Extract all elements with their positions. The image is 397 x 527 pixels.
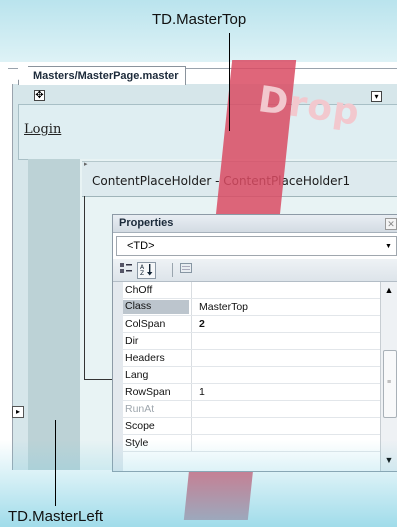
property-row[interactable]: Dir <box>123 333 380 350</box>
property-row[interactable]: Scope <box>123 418 380 435</box>
callout-master-top: TD.MasterTop <box>152 11 247 28</box>
toolbar-separator <box>172 263 173 277</box>
object-selector[interactable]: <TD> ▼ <box>116 236 397 256</box>
column-divider <box>191 333 192 349</box>
property-name: RunAt <box>125 403 155 415</box>
dropdown-arrow-icon[interactable]: ▼ <box>385 243 392 250</box>
td-masterleft-cell[interactable] <box>28 159 80 470</box>
column-divider <box>191 401 192 417</box>
categorized-icon[interactable] <box>117 262 134 277</box>
callout-master-left: TD.MasterLeft <box>8 508 104 525</box>
property-name: Scope <box>125 420 155 432</box>
object-selector-value: <TD> <box>127 240 155 252</box>
property-row[interactable]: Lang <box>123 367 380 384</box>
close-icon[interactable]: ✕ <box>385 218 397 230</box>
property-row[interactable]: RunAt <box>123 401 380 418</box>
property-name: Lang <box>125 369 149 381</box>
property-row[interactable]: RowSpan 1 <box>123 384 380 401</box>
property-name: Class <box>123 300 189 314</box>
property-value[interactable]: 2 <box>199 318 205 330</box>
property-value[interactable]: MasterTop <box>199 301 248 313</box>
svg-text:Z: Z <box>140 270 144 276</box>
callout-line-bottom <box>55 420 56 506</box>
column-divider <box>191 350 192 366</box>
property-name: ColSpan <box>125 318 166 330</box>
property-pages-icon[interactable] <box>177 262 194 277</box>
move-handle-icon[interactable]: ✥ <box>34 90 45 101</box>
smart-tag-icon[interactable]: ▾ <box>371 91 382 102</box>
property-row[interactable]: ChOff <box>123 282 380 299</box>
property-name: ChOff <box>125 284 153 296</box>
scroll-thumb[interactable]: ≡ <box>383 350 397 418</box>
column-divider <box>191 316 192 332</box>
property-name: RowSpan <box>125 386 171 398</box>
document-tab[interactable]: Masters/MasterPage.master <box>18 66 186 85</box>
column-divider <box>191 299 192 315</box>
alphabetical-icon[interactable]: AZ <box>137 262 156 279</box>
properties-toolbar: AZ <box>113 259 397 282</box>
grip-icon: ≡ <box>387 379 392 386</box>
property-value[interactable]: 1 <box>199 386 205 398</box>
property-name: Headers <box>125 352 165 364</box>
expand-arrow-icon[interactable]: ▸ <box>12 406 24 418</box>
property-row[interactable]: Class MasterTop <box>123 299 380 316</box>
property-row[interactable]: ColSpan 2 <box>123 316 380 333</box>
properties-title: Properties <box>119 217 174 229</box>
column-divider <box>191 367 192 383</box>
placeholder-marker-icon: ▸ <box>84 161 88 168</box>
scroll-up-icon[interactable]: ▲ <box>383 284 395 296</box>
column-divider <box>191 384 192 400</box>
login-link[interactable]: Login <box>24 122 61 137</box>
properties-titlebar[interactable]: Properties ✕ <box>113 215 397 233</box>
watermark-cyan-top <box>0 0 397 62</box>
property-row[interactable]: Headers <box>123 350 380 367</box>
property-name: Dir <box>125 335 139 347</box>
column-divider <box>191 418 192 434</box>
callout-line-top <box>229 33 230 131</box>
column-divider <box>191 282 192 298</box>
properties-panel: Properties ✕ <TD> ▼ AZ ChOff Class MasterT… <box>112 214 397 472</box>
